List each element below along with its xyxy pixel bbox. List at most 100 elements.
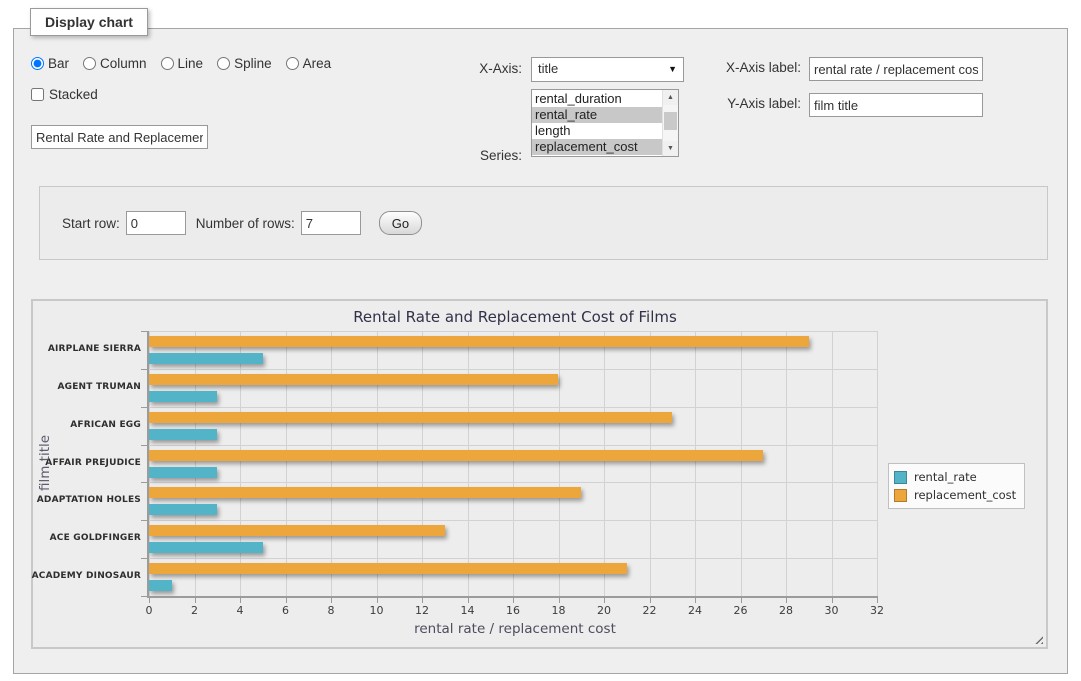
radio-label-spline: Spline bbox=[234, 56, 272, 71]
x-tick-mark bbox=[422, 598, 423, 603]
x-tick-label: 30 bbox=[812, 604, 852, 617]
go-button[interactable]: Go bbox=[379, 211, 422, 235]
x-tick-label: 20 bbox=[584, 604, 624, 617]
bar-rental_rate bbox=[149, 353, 263, 364]
x-axis-label-input[interactable] bbox=[809, 57, 983, 81]
category-label: ACADEMY DINOSAUR bbox=[32, 571, 141, 582]
series-options: rental_durationrental_ratelengthreplacem… bbox=[532, 90, 662, 156]
start-row-input[interactable] bbox=[126, 211, 186, 235]
x-tick-label: 16 bbox=[493, 604, 533, 617]
radio-label-area: Area bbox=[303, 56, 332, 71]
gridline-vertical bbox=[468, 331, 469, 596]
gridline-horizontal bbox=[149, 558, 877, 559]
series-option-replacement_cost[interactable]: replacement_cost bbox=[532, 139, 662, 155]
stacked-checkbox-row[interactable]: Stacked bbox=[31, 87, 98, 102]
x-axis-select[interactable]: title ▼ bbox=[531, 57, 684, 82]
x-tick-mark bbox=[331, 598, 332, 603]
category-label: AGENT TRUMAN bbox=[57, 382, 141, 393]
chart-type-radio-group: Bar Column Line Spline Area bbox=[31, 56, 331, 71]
chart-type-option-area[interactable]: Area bbox=[286, 56, 332, 71]
series-select-label: Series: bbox=[444, 148, 522, 163]
x-tick-mark bbox=[604, 598, 605, 603]
bar-replacement_cost bbox=[149, 336, 809, 347]
chart-type-option-bar[interactable]: Bar bbox=[31, 56, 69, 71]
radio-area[interactable] bbox=[286, 57, 299, 70]
category-label: AFFAIR PREJUDICE bbox=[45, 458, 141, 469]
bar-rental_rate bbox=[149, 580, 172, 591]
series-listbox[interactable]: rental_durationrental_ratelengthreplacem… bbox=[531, 89, 679, 157]
chart-legend: rental_rate replacement_cost bbox=[888, 463, 1025, 509]
bar-replacement_cost bbox=[149, 525, 445, 536]
bar-rental_rate bbox=[149, 504, 217, 515]
x-tick-label: 24 bbox=[675, 604, 715, 617]
gridline-vertical bbox=[422, 331, 423, 596]
radio-spline[interactable] bbox=[217, 57, 230, 70]
gridline-vertical bbox=[377, 331, 378, 596]
chart-container: Rental Rate and Replacement Cost of Film… bbox=[31, 299, 1048, 649]
legend-swatch-replacement_cost bbox=[894, 489, 907, 502]
series-option-rental_duration[interactable]: rental_duration bbox=[532, 91, 662, 107]
x-axis-selected-value: title bbox=[538, 61, 558, 76]
x-tick-mark bbox=[559, 598, 560, 603]
x-tick-label: 22 bbox=[630, 604, 670, 617]
gridline-horizontal bbox=[149, 369, 877, 370]
radio-label-bar: Bar bbox=[48, 56, 69, 71]
y-axis-label-input[interactable] bbox=[809, 93, 983, 117]
number-of-rows-input[interactable] bbox=[301, 211, 361, 235]
x-tick-mark bbox=[468, 598, 469, 603]
gridline-horizontal bbox=[149, 482, 877, 483]
y-tick-mark bbox=[141, 520, 147, 521]
start-row-label: Start row: bbox=[62, 216, 120, 231]
x-tick-mark bbox=[195, 598, 196, 603]
category-label: AIRPLANE SIERRA bbox=[48, 344, 141, 355]
chart-type-option-column[interactable]: Column bbox=[83, 56, 147, 71]
x-tick-label: 10 bbox=[357, 604, 397, 617]
legend-item-replacement_cost: replacement_cost bbox=[894, 486, 1016, 504]
chart-title-input[interactable] bbox=[31, 125, 208, 149]
resize-grip-icon[interactable] bbox=[1033, 634, 1043, 644]
chart-type-option-spline[interactable]: Spline bbox=[217, 56, 272, 71]
x-tick-mark bbox=[513, 598, 514, 603]
scrollbar[interactable]: ▲ ▼ bbox=[662, 90, 678, 156]
x-tick-label: 28 bbox=[766, 604, 806, 617]
stacked-checkbox[interactable] bbox=[31, 88, 44, 101]
y-tick-mark bbox=[141, 445, 147, 446]
x-tick-mark bbox=[877, 598, 878, 603]
x-tick-mark bbox=[286, 598, 287, 603]
series-option-length[interactable]: length bbox=[532, 123, 662, 139]
x-tick-label: 26 bbox=[721, 604, 761, 617]
y-tick-mark bbox=[141, 482, 147, 483]
x-tick-label: 14 bbox=[448, 604, 488, 617]
bar-rental_rate bbox=[149, 429, 217, 440]
x-tick-mark bbox=[240, 598, 241, 603]
scrollbar-thumb[interactable] bbox=[664, 112, 677, 130]
scroll-up-icon[interactable]: ▲ bbox=[663, 90, 678, 105]
chart-title: Rental Rate and Replacement Cost of Film… bbox=[151, 308, 879, 326]
radio-bar[interactable] bbox=[31, 57, 44, 70]
radio-column[interactable] bbox=[83, 57, 96, 70]
radio-line[interactable] bbox=[161, 57, 174, 70]
gridline-vertical bbox=[331, 331, 332, 596]
chart-controls: BarColumnLineSplineArea Stacked X-Axis: … bbox=[14, 29, 1067, 181]
gridline-vertical bbox=[832, 331, 833, 596]
gridline-vertical bbox=[286, 331, 287, 596]
bar-replacement_cost bbox=[149, 412, 672, 423]
scroll-down-icon[interactable]: ▼ bbox=[663, 141, 678, 156]
gridline-vertical bbox=[195, 331, 196, 596]
legend-label-replacement_cost: replacement_cost bbox=[914, 488, 1016, 502]
gridline-vertical bbox=[240, 331, 241, 596]
gridline-horizontal bbox=[149, 445, 877, 446]
x-tick-mark bbox=[832, 598, 833, 603]
x-tick-mark bbox=[149, 598, 150, 603]
x-tick-label: 32 bbox=[857, 604, 897, 617]
x-tick-mark bbox=[650, 598, 651, 603]
series-option-rental_rate[interactable]: rental_rate bbox=[532, 107, 662, 123]
legend-label-rental_rate: rental_rate bbox=[914, 470, 977, 484]
chart-type-option-line[interactable]: Line bbox=[161, 56, 204, 71]
radio-label-line: Line bbox=[178, 56, 204, 71]
bar-replacement_cost bbox=[149, 487, 581, 498]
y-tick-mark bbox=[141, 331, 147, 332]
category-label: AFRICAN EGG bbox=[70, 420, 141, 431]
x-tick-label: 2 bbox=[175, 604, 215, 617]
scrollbar-track[interactable] bbox=[663, 105, 678, 141]
